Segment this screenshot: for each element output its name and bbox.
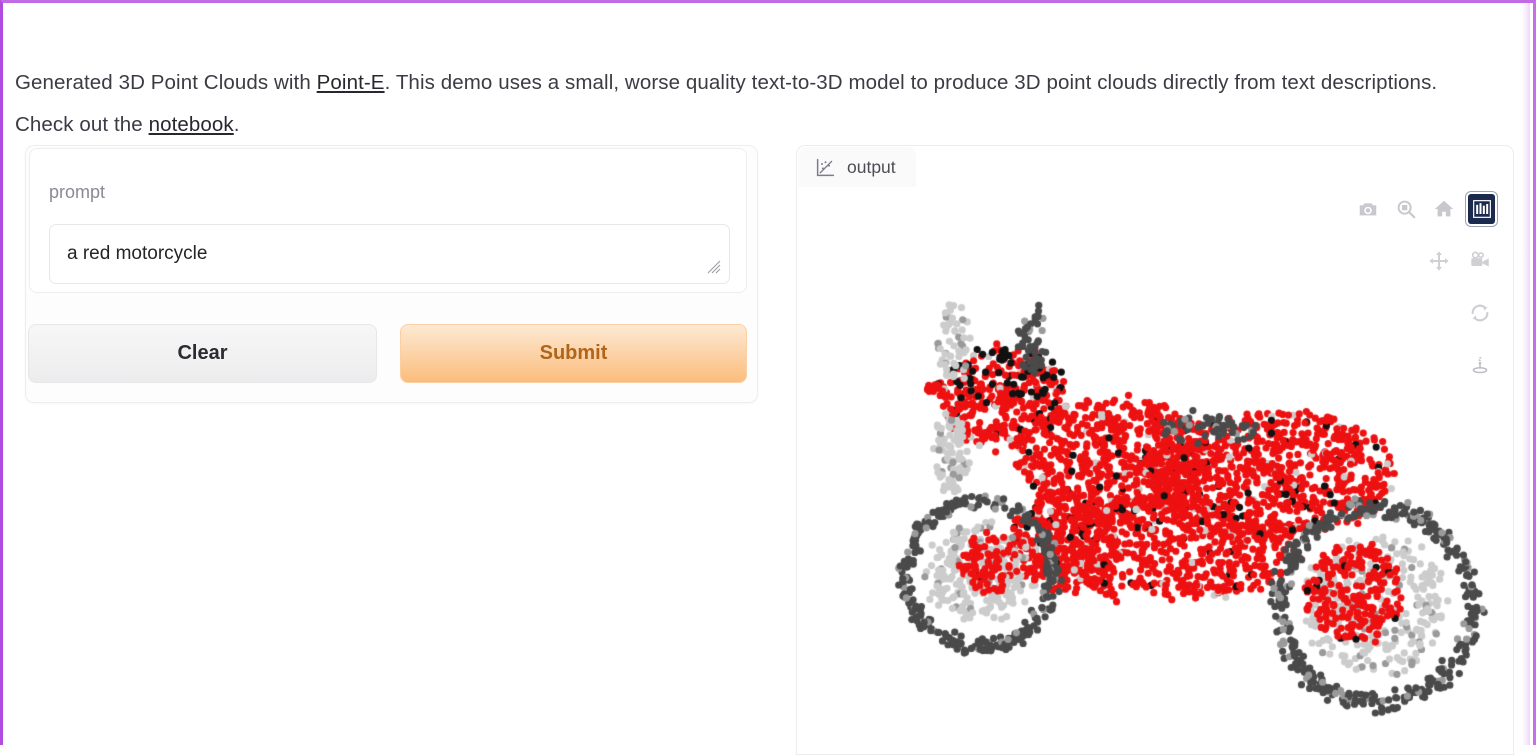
page-frame: Generated 3D Point Clouds with Point-E. …: [0, 0, 1536, 755]
intro-text-part1: Generated 3D Point Clouds with: [15, 70, 317, 94]
zoom-icon[interactable]: [1393, 194, 1420, 224]
turntable-rotation-icon[interactable]: [1465, 298, 1495, 328]
orbital-rotation-icon[interactable]: [1465, 246, 1495, 276]
modebar-row-3: [1355, 298, 1495, 328]
home-reset-icon[interactable]: [1431, 194, 1458, 224]
download-plot-icon[interactable]: [1355, 194, 1382, 224]
output-panel: output z: [796, 145, 1514, 755]
svg-text:z: z: [1478, 356, 1482, 363]
clear-button[interactable]: Clear: [28, 324, 377, 383]
tab-output[interactable]: output: [798, 147, 916, 187]
input-form-panel: prompt Clear Submit: [25, 145, 758, 403]
notebook-link[interactable]: notebook: [149, 113, 234, 136]
submit-button[interactable]: Submit: [400, 324, 747, 383]
modebar-row-1: [1355, 194, 1495, 224]
output-tabbar: output: [797, 146, 1513, 192]
clear-button-label: Clear: [177, 342, 228, 364]
modebar-row-4: z: [1355, 350, 1495, 380]
toggle-spike-lines-icon[interactable]: [1468, 194, 1495, 224]
prompt-block: prompt: [29, 148, 747, 293]
reset-camera-z-axis-icon[interactable]: z: [1465, 350, 1495, 380]
prompt-input[interactable]: [49, 224, 730, 284]
point-e-link[interactable]: Point-E: [317, 71, 385, 94]
modebar-row-2: [1355, 246, 1495, 276]
intro-description: Generated 3D Point Clouds with Point-E. …: [15, 62, 1465, 146]
prompt-label: prompt: [49, 182, 106, 202]
plotly-modebar: z: [1355, 194, 1495, 402]
intro-text-part3: .: [233, 112, 240, 136]
submit-button-label: Submit: [539, 342, 608, 364]
scatter-plot-icon: [816, 158, 835, 176]
tab-output-label: output: [847, 156, 896, 177]
pan-icon[interactable]: [1424, 246, 1454, 276]
